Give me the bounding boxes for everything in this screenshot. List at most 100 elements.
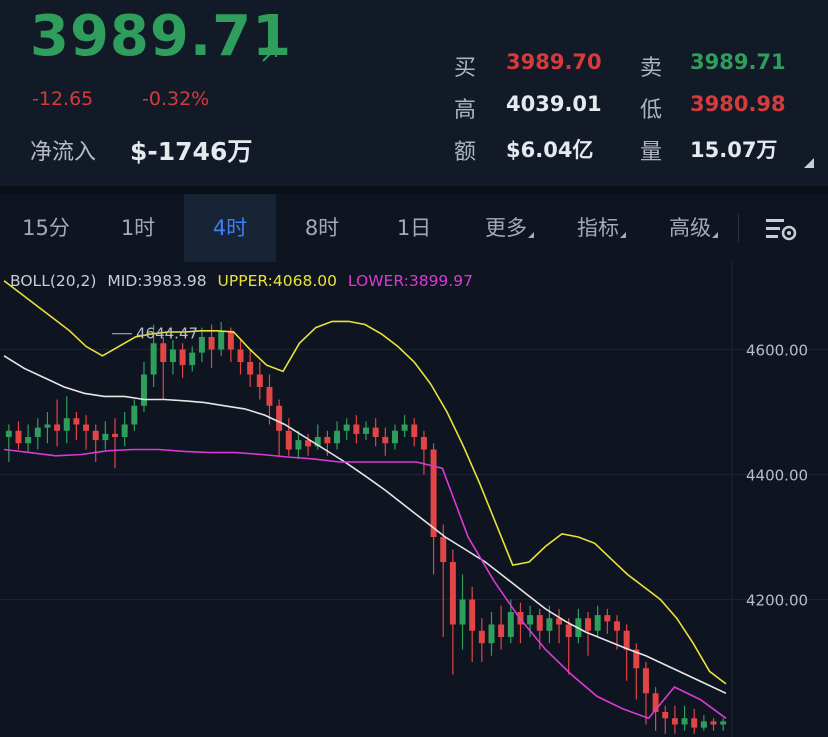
- low-price: 3980.98: [690, 92, 786, 116]
- candle-body: [469, 599, 476, 631]
- candle-body: [324, 437, 331, 444]
- y-tick-label: 4600.00: [746, 342, 808, 360]
- last-price: 3989.71: [30, 4, 293, 69]
- candle-body: [691, 718, 698, 728]
- candle-body: [218, 330, 225, 350]
- candle-body: [613, 621, 620, 631]
- candle-body: [430, 449, 437, 537]
- netflow-label: 净流入: [30, 140, 97, 165]
- candle-body: [160, 343, 167, 362]
- candle-body: [208, 337, 215, 350]
- tab-1d[interactable]: 1日: [368, 194, 460, 262]
- candle-body: [353, 424, 360, 434]
- candle-body: [247, 362, 254, 375]
- candle-body: [198, 337, 205, 353]
- bid-label: 买: [454, 56, 477, 81]
- candle-body: [382, 437, 389, 444]
- tab-more[interactable]: 更多: [460, 194, 552, 262]
- candle-body: [720, 721, 727, 725]
- y-tick-label: 4400.00: [746, 467, 808, 485]
- candle-body: [401, 424, 408, 431]
- candle-body: [391, 430, 398, 444]
- quote-header: 3989.71 -12.65 -0.32% 净流入 $-1746万 买 3989…: [0, 0, 828, 186]
- tab-4h[interactable]: 4时: [184, 194, 276, 262]
- candle-body: [604, 615, 611, 622]
- candle-body: [121, 424, 128, 437]
- candle-body: [507, 612, 514, 637]
- tab-separator: [738, 214, 739, 242]
- candle-body: [83, 424, 90, 431]
- ask-price: 3989.71: [690, 50, 786, 74]
- candle-body: [140, 374, 147, 406]
- candle-body: [440, 537, 447, 562]
- candle-body: [15, 430, 22, 444]
- candle-body: [420, 437, 427, 450]
- high-label: 高: [454, 98, 477, 123]
- candle-body: [63, 418, 70, 431]
- tab-15m[interactable]: 15分: [0, 194, 92, 262]
- candle-body: [169, 349, 176, 362]
- candle-body: [498, 624, 505, 637]
- candle-body: [44, 424, 51, 428]
- boll-indicator-legend: BOLL(20,2) MID:3983.98 UPPER:4068.00 LOW…: [10, 272, 479, 290]
- candle-body: [363, 427, 369, 434]
- candle-body: [334, 430, 341, 444]
- candle-body: [662, 712, 669, 719]
- candle-body: [623, 630, 630, 650]
- candle-body: [34, 427, 41, 437]
- candle-body: [150, 343, 157, 375]
- bid-price: 3989.70: [506, 50, 602, 74]
- candle-body: [565, 624, 572, 637]
- boll-mid: MID:3983.98: [107, 272, 207, 290]
- boll-name: BOLL(20,2): [10, 272, 97, 290]
- candle-body: [102, 433, 109, 441]
- candle-body: [449, 562, 456, 625]
- candle-body: [92, 430, 99, 441]
- price-change: -12.65: [32, 88, 94, 110]
- candle-body: [189, 352, 196, 366]
- candle-body: [700, 721, 707, 728]
- candle-body: [459, 599, 466, 625]
- tab-indicators[interactable]: 指标: [552, 194, 644, 262]
- y-tick-label: 4200.00: [746, 592, 808, 610]
- candle-body: [527, 615, 534, 625]
- tab-advanced[interactable]: 高级: [644, 194, 736, 262]
- candle-body: [478, 630, 485, 644]
- candle-body: [594, 615, 601, 631]
- chevron-down-icon[interactable]: [800, 154, 816, 170]
- chart-settings-icon[interactable]: [764, 216, 798, 242]
- price-change-percent: -0.32%: [142, 88, 210, 110]
- candle-body: [681, 718, 688, 725]
- high-price: 4039.01: [506, 92, 602, 116]
- candle-body: [546, 618, 553, 631]
- candle-body: [179, 349, 186, 366]
- candle-body: [112, 433, 119, 437]
- candle-body: [25, 437, 32, 444]
- candle-body: [585, 618, 592, 631]
- candle-body: [5, 430, 12, 437]
- low-label: 低: [640, 98, 663, 123]
- arrow-up-right-icon: [262, 47, 277, 62]
- candle-body: [227, 330, 234, 350]
- candle-body: [237, 349, 244, 362]
- boll-mid-line: [3, 355, 727, 695]
- candle-body: [343, 424, 350, 431]
- candle-body: [285, 430, 292, 450]
- netflow-value: $-1746万: [130, 137, 253, 166]
- candle-body: [73, 418, 80, 425]
- candle-body: [295, 440, 302, 450]
- candle-body: [276, 405, 283, 431]
- ask-label: 卖: [640, 56, 663, 81]
- volume-value: 15.07万: [690, 138, 778, 162]
- candlestick-chart[interactable]: 4600.00 4400.00 4200.00 4644.47: [0, 262, 828, 737]
- interval-tabs: 15分 1时 4时 8时 1日 更多 指标 高级: [0, 194, 828, 262]
- max-price-label: 4644.47: [136, 325, 198, 343]
- boll-lower-line: [3, 448, 727, 720]
- candle-body: [671, 718, 678, 725]
- candle-body: [54, 424, 61, 431]
- candle-body: [411, 424, 418, 437]
- tab-8h[interactable]: 8时: [276, 194, 368, 262]
- candle-body: [536, 615, 543, 631]
- candle-body: [266, 387, 273, 406]
- tab-1h[interactable]: 1时: [92, 194, 184, 262]
